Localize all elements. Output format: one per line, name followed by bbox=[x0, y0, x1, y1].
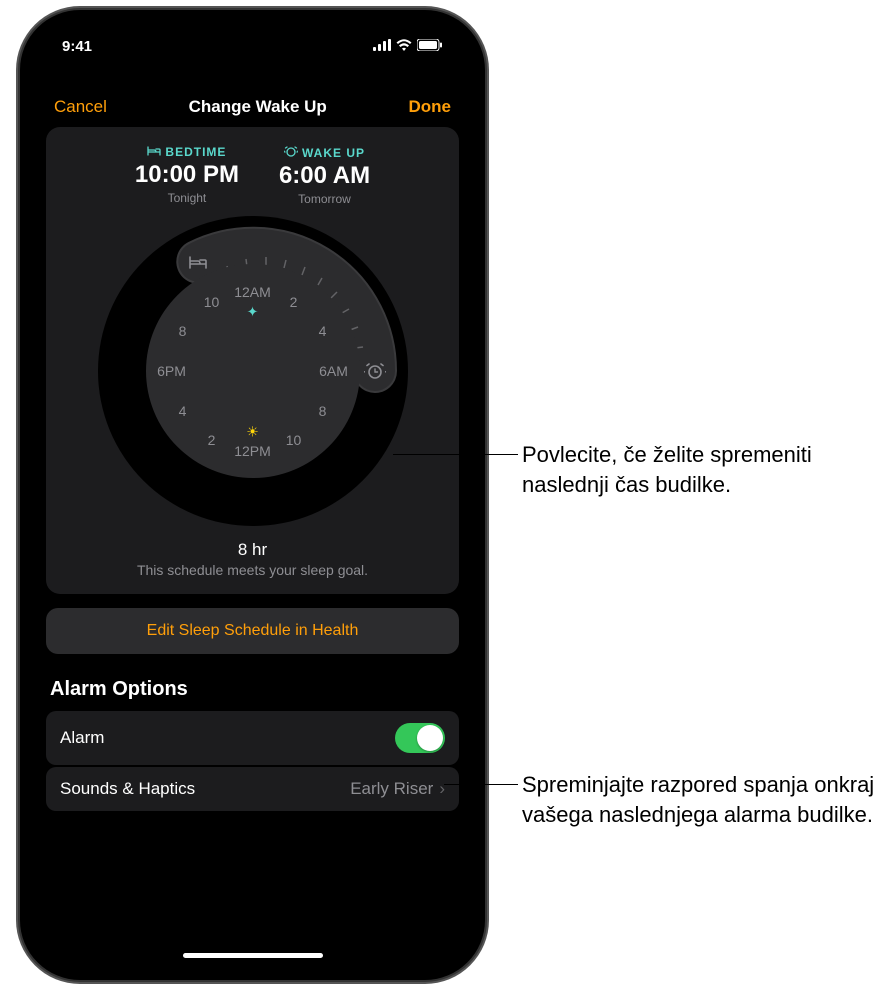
wakeup-label-text: WAKE UP bbox=[302, 146, 365, 160]
alarm-options-title: Alarm Options bbox=[50, 678, 455, 701]
tick-2a: 2 bbox=[290, 294, 298, 310]
page-title: Change Wake Up bbox=[189, 97, 327, 117]
times-row: BEDTIME 10:00 PM Tonight WAKE UP 6:00 AM bbox=[56, 145, 449, 206]
wakeup-handle[interactable] bbox=[358, 354, 392, 388]
callout-line-1 bbox=[393, 454, 518, 455]
cancel-button[interactable]: Cancel bbox=[54, 97, 107, 117]
bed-icon bbox=[147, 145, 161, 159]
wifi-icon bbox=[396, 38, 412, 55]
iphone-frame: 9:41 Cancel Change Wake Up Done bbox=[20, 10, 485, 980]
signal-icon bbox=[373, 38, 391, 55]
tick-6pm: 6PM bbox=[157, 363, 186, 379]
status-icons bbox=[373, 38, 443, 55]
wakeup-sub: Tomorrow bbox=[279, 192, 370, 206]
alarm-toggle-row[interactable]: Alarm bbox=[46, 711, 459, 765]
wakeup-block: WAKE UP 6:00 AM Tomorrow bbox=[279, 145, 370, 206]
battery-icon bbox=[417, 38, 443, 55]
screen: 9:41 Cancel Change Wake Up Done bbox=[34, 24, 471, 966]
bedtime-value: 10:00 PM bbox=[135, 161, 239, 189]
bedtime-handle[interactable] bbox=[181, 245, 215, 279]
bedtime-block: BEDTIME 10:00 PM Tonight bbox=[135, 145, 239, 206]
edit-schedule-button[interactable]: Edit Sleep Schedule in Health bbox=[46, 608, 459, 654]
tick-2p: 2 bbox=[208, 432, 216, 448]
callout-line-2 bbox=[444, 784, 518, 785]
tick-4p: 4 bbox=[179, 403, 187, 419]
tick-10a: 10 bbox=[286, 432, 302, 448]
tick-10p: 10 bbox=[204, 294, 220, 310]
sleep-dial[interactable]: 12AM ✦ 2 4 6AM 8 10 12PM ☀ 2 4 6PM 8 10 bbox=[98, 216, 408, 526]
alarm-toggle[interactable] bbox=[395, 723, 445, 753]
bedtime-label-text: BEDTIME bbox=[165, 145, 226, 159]
callout-edit: Spreminjajte razpored spanja onkraj vaše… bbox=[522, 770, 882, 829]
tick-8a: 8 bbox=[319, 403, 327, 419]
sounds-row-value: Early Riser bbox=[350, 779, 433, 799]
done-button[interactable]: Done bbox=[409, 97, 452, 117]
home-indicator[interactable] bbox=[183, 953, 323, 958]
bedtime-label: BEDTIME bbox=[135, 145, 239, 159]
wakeup-label: WAKE UP bbox=[279, 145, 370, 160]
content: BEDTIME 10:00 PM Tonight WAKE UP 6:00 AM bbox=[34, 127, 471, 811]
duration-value: 8 hr bbox=[56, 540, 449, 560]
sounds-haptics-row[interactable]: Sounds & Haptics Early Riser › bbox=[46, 767, 459, 811]
duration-msg: This schedule meets your sleep goal. bbox=[56, 562, 449, 578]
tick-8p: 8 bbox=[179, 323, 187, 339]
notch bbox=[183, 24, 323, 54]
chevron-right-icon: › bbox=[439, 779, 445, 799]
duration: 8 hr This schedule meets your sleep goal… bbox=[56, 540, 449, 578]
sparkle-icon: ✦ bbox=[247, 304, 259, 321]
sounds-row-label: Sounds & Haptics bbox=[60, 779, 195, 799]
tick-12am: 12AM bbox=[234, 284, 271, 300]
tick-12pm: 12PM bbox=[234, 443, 271, 459]
clock-wrap: 12AM ✦ 2 4 6AM 8 10 12PM ☀ 2 4 6PM 8 10 bbox=[56, 216, 449, 526]
schedule-card: BEDTIME 10:00 PM Tonight WAKE UP 6:00 AM bbox=[46, 127, 459, 594]
bedtime-sub: Tonight bbox=[135, 191, 239, 205]
alarm-icon bbox=[284, 145, 298, 160]
nav-bar: Cancel Change Wake Up Done bbox=[34, 59, 471, 127]
tick-6am: 6AM bbox=[319, 363, 348, 379]
sun-icon: ☀ bbox=[246, 424, 259, 441]
status-time: 9:41 bbox=[62, 38, 92, 55]
callout-drag: Povlecite, če želite spremeniti naslednj… bbox=[522, 440, 882, 499]
alarm-row-label: Alarm bbox=[60, 728, 104, 748]
wakeup-value: 6:00 AM bbox=[279, 162, 370, 190]
tick-4a: 4 bbox=[319, 323, 327, 339]
